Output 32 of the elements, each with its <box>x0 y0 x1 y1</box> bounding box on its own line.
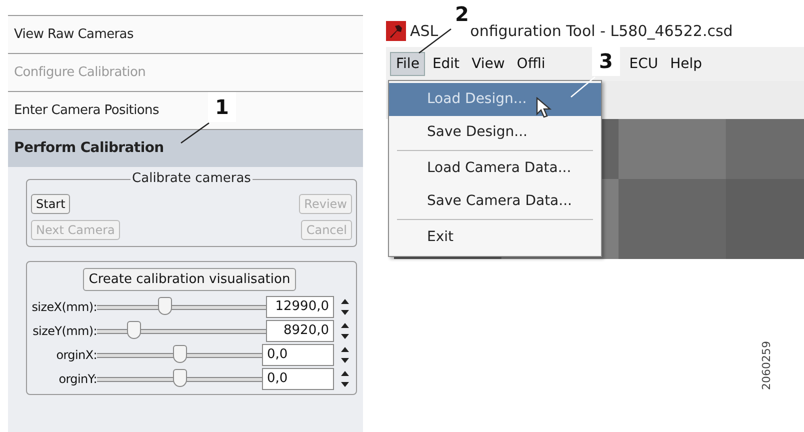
start-button[interactable]: Start <box>31 194 70 214</box>
menu-item[interactable]: Edit <box>427 53 465 75</box>
figure-code: 2060259 <box>760 341 773 390</box>
menu-item[interactable]: View <box>466 53 510 75</box>
leader-line <box>180 122 210 144</box>
menu-item[interactable]: Offli <box>512 53 550 75</box>
menu-item[interactable]: ECU <box>624 53 664 75</box>
menu-item[interactable]: Load Camera Data... <box>389 152 601 185</box>
number-field[interactable]: 12990,0 <box>266 296 334 318</box>
cursor-icon <box>536 97 552 119</box>
callout-number: 3 <box>592 46 620 76</box>
sidebar-tab[interactable]: Perform Calibration <box>8 129 363 167</box>
sidebar-tab[interactable]: View Raw Cameras <box>8 15 363 53</box>
slider-thumb[interactable] <box>127 321 142 339</box>
visualisation-button[interactable]: Create calibration visualisation <box>82 268 296 291</box>
number-field[interactable]: 0,0 <box>262 368 334 390</box>
callout-number: 1 <box>208 92 236 122</box>
menu-item[interactable]: Save Camera Data... <box>389 185 601 218</box>
window-title: ASL <box>410 22 438 40</box>
menu-item[interactable]: Save Design... <box>389 116 601 149</box>
field-label: sizeX(mm): <box>30 300 97 314</box>
slider-thumb[interactable] <box>172 369 186 387</box>
slider-thumb[interactable] <box>158 297 172 315</box>
menu-item[interactable]: File <box>390 52 426 76</box>
menu-item[interactable]: Help <box>665 53 708 75</box>
field-label: sizeY(mm): <box>32 324 97 338</box>
field-label: orginY: <box>58 372 97 386</box>
field-label: orginX: <box>55 348 97 362</box>
number-field[interactable]: 8920,0 <box>266 320 334 342</box>
number-field[interactable]: 0,0 <box>262 344 334 366</box>
slider-thumb[interactable] <box>172 345 186 363</box>
menu-item[interactable]: Exit <box>389 221 601 254</box>
